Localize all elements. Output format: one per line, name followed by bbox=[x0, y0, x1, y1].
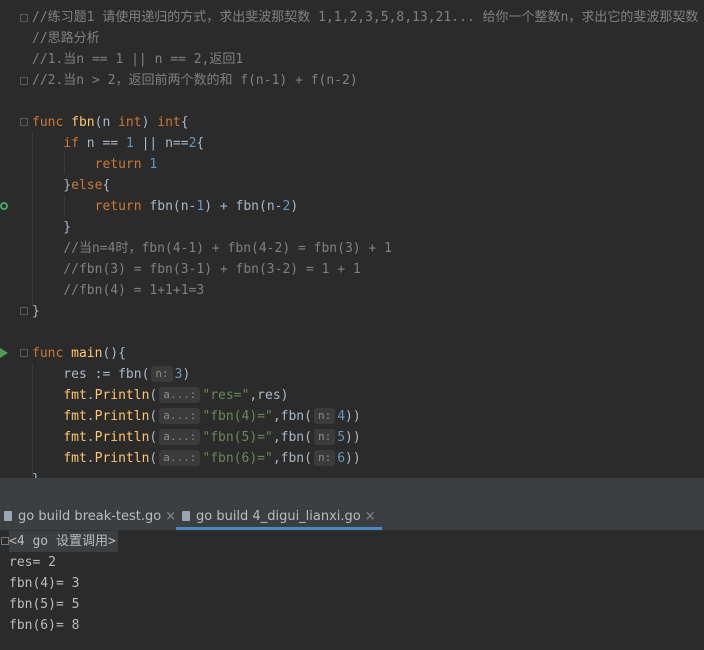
run-tab-digui[interactable]: go build 4_digui_lianxi.go × bbox=[176, 504, 382, 530]
function-call: fbn bbox=[280, 430, 305, 445]
code-editor[interactable]: //练习题1 请使用递归的方式，求出斐波那契数 1,1,2,3,5,8,13,2… bbox=[0, 0, 704, 478]
run-tab-break-test[interactable]: go build break-test.go × bbox=[0, 504, 176, 530]
code-line[interactable]: fmt.Println(a...: "fbn(6)=",fbn(n: 6)) bbox=[32, 448, 361, 469]
parameter-hint: n: bbox=[151, 366, 173, 382]
code-line[interactable]: func main(){ bbox=[32, 343, 126, 364]
number: 1 bbox=[125, 136, 134, 151]
code-line[interactable]: fmt.Println(a...: "res=",res) bbox=[32, 385, 288, 406]
function-call: fbn bbox=[149, 199, 173, 214]
package-name: fmt bbox=[63, 430, 87, 445]
function-name: fbn bbox=[71, 115, 95, 130]
code-line[interactable]: res := fbn(n: 3) bbox=[32, 364, 190, 385]
run-console[interactable]: <4 go 设置调用> res= 2 fbn(4)= 3 fbn(5)= 5 f… bbox=[0, 531, 704, 650]
expand-icon[interactable] bbox=[1, 537, 9, 545]
code-line[interactable]: //当n=4时，fbn(4-1) + fbn(4-2) = fbn(3) + 1 bbox=[32, 238, 392, 259]
code-line[interactable]: } bbox=[32, 217, 71, 238]
code-line[interactable]: if n == 1 || n==2{ bbox=[32, 133, 204, 154]
comment-text: //思路分析 bbox=[32, 31, 100, 46]
code-line[interactable]: fmt.Println(a...: "fbn(4)=",fbn(n: 4)) bbox=[32, 406, 361, 427]
number: 1 bbox=[196, 199, 205, 214]
fold-marker[interactable] bbox=[20, 307, 28, 315]
function-call: Println bbox=[94, 451, 150, 466]
parameter-hint: n: bbox=[313, 450, 336, 466]
string-literal: "res=" bbox=[202, 388, 250, 403]
close-icon[interactable]: × bbox=[365, 509, 376, 524]
editor-bottom-bar bbox=[0, 478, 704, 504]
number: 2 bbox=[188, 136, 197, 151]
function-call: fbn bbox=[235, 199, 260, 214]
function-call: Println bbox=[94, 409, 150, 424]
keyword: func bbox=[32, 115, 64, 130]
number: 6 bbox=[337, 451, 346, 466]
keyword: else bbox=[71, 178, 103, 193]
recursion-icon[interactable] bbox=[0, 202, 8, 210]
function-call: fbn bbox=[280, 451, 305, 466]
function-call: fbn bbox=[280, 409, 305, 424]
tab-label: go build break-test.go bbox=[18, 509, 162, 524]
parameter-hint: a...: bbox=[159, 429, 201, 445]
package-name: fmt bbox=[63, 388, 87, 403]
fold-marker[interactable] bbox=[20, 118, 28, 126]
code-line[interactable]: //练习题1 请使用递归的方式，求出斐波那契数 1,1,2,3,5,8,13,2… bbox=[32, 7, 698, 28]
editor-gutter[interactable] bbox=[0, 0, 28, 478]
parameter-hint: n: bbox=[313, 408, 336, 424]
console-header[interactable]: <4 go 设置调用> bbox=[9, 531, 118, 552]
keyword: return bbox=[94, 157, 142, 172]
console-output-line: fbn(5)= 5 bbox=[9, 597, 80, 612]
function-call: fbn bbox=[118, 367, 142, 382]
close-icon[interactable]: × bbox=[165, 509, 176, 524]
keyword: func bbox=[32, 346, 64, 361]
code-line[interactable]: //1.当n == 1 || n == 2,返回1 bbox=[32, 49, 243, 70]
code-line[interactable]: } bbox=[32, 301, 40, 322]
number: 1 bbox=[149, 157, 158, 172]
package-name: fmt bbox=[63, 409, 87, 424]
comment-text: //1.当n == 1 || n == 2,返回1 bbox=[32, 52, 244, 67]
go-file-icon bbox=[182, 511, 190, 521]
code-line[interactable]: }else{ bbox=[32, 175, 110, 196]
parameter-hint: a...: bbox=[159, 408, 201, 424]
keyword: return bbox=[94, 199, 142, 214]
code-line[interactable]: //2.当n > 2，返回前两个数的和 f(n-1) + f(n-2) bbox=[32, 70, 358, 91]
keyword: if bbox=[63, 136, 79, 151]
keyword: int bbox=[118, 115, 142, 130]
function-name: main bbox=[71, 346, 103, 361]
comment-text: //fbn(4) = 1+1+1=3 bbox=[63, 283, 205, 298]
code-line[interactable]: return fbn(n-1) + fbn(n-2) bbox=[32, 196, 299, 217]
console-output-line: res= 2 bbox=[9, 555, 56, 570]
parameter-hint: a...: bbox=[159, 387, 201, 403]
function-call: Println bbox=[94, 388, 150, 403]
run-tab-bar: go build break-test.go × go build 4_digui… bbox=[0, 504, 704, 531]
number: 4 bbox=[337, 409, 346, 424]
function-call: Println bbox=[94, 430, 150, 445]
comment-text: //练习题1 请使用递归的方式，求出斐波那契数 1,1,2,3,5,8,13,2… bbox=[32, 10, 699, 25]
number: 2 bbox=[282, 199, 291, 214]
code-line[interactable]: } bbox=[32, 469, 40, 478]
code-line[interactable]: fmt.Println(a...: "fbn(5)=",fbn(n: 5)) bbox=[32, 427, 361, 448]
fold-marker[interactable] bbox=[20, 349, 28, 357]
parameter-hint: n: bbox=[313, 429, 336, 445]
code-line[interactable]: //思路分析 bbox=[32, 28, 100, 49]
number: 5 bbox=[337, 430, 346, 445]
console-output-line: fbn(4)= 3 bbox=[9, 576, 80, 591]
string-literal: "fbn(4)=" bbox=[202, 409, 273, 424]
tab-label: go build 4_digui_lianxi.go bbox=[196, 509, 361, 524]
comment-text: //当n=4时，fbn(4-1) + fbn(4-2) = fbn(3) + 1 bbox=[63, 241, 392, 256]
string-literal: "fbn(5)=" bbox=[202, 430, 273, 445]
code-line[interactable]: func fbn(n int) int{ bbox=[32, 112, 189, 133]
code-line[interactable]: return 1 bbox=[32, 154, 158, 175]
code-line[interactable]: //fbn(4) = 1+1+1=3 bbox=[32, 280, 204, 301]
string-literal: "fbn(6)=" bbox=[202, 451, 273, 466]
fold-marker[interactable] bbox=[20, 14, 28, 22]
file-icon bbox=[4, 511, 12, 521]
comment-text: //2.当n > 2，返回前两个数的和 f(n-1) + f(n-2) bbox=[32, 73, 358, 88]
fold-marker[interactable] bbox=[20, 77, 28, 85]
comment-text: //fbn(3) = fbn(3-1) + fbn(3-2) = 1 + 1 bbox=[63, 262, 361, 277]
console-output-line: fbn(6)= 8 bbox=[9, 618, 80, 633]
parameter-hint: a...: bbox=[159, 450, 201, 466]
keyword: int bbox=[157, 115, 181, 130]
code-line[interactable]: //fbn(3) = fbn(3-1) + fbn(3-2) = 1 + 1 bbox=[32, 259, 361, 280]
number: 3 bbox=[174, 367, 183, 382]
run-icon[interactable] bbox=[0, 348, 8, 358]
package-name: fmt bbox=[63, 451, 87, 466]
